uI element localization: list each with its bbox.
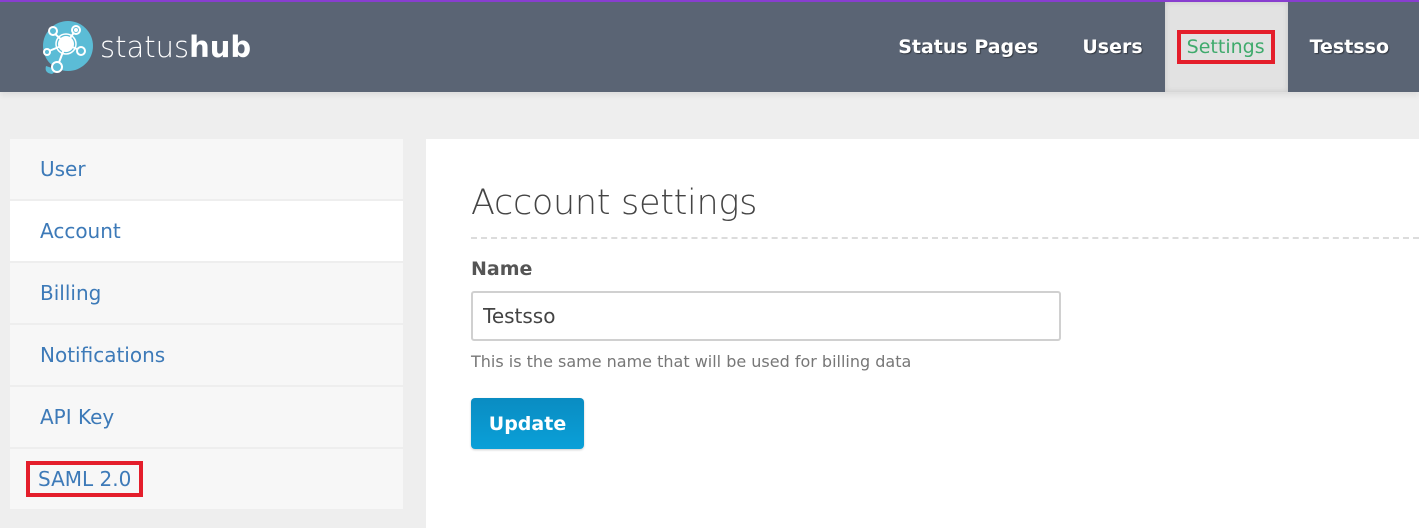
sidebar-item-api-key[interactable]: API Key bbox=[10, 387, 403, 447]
sidebar-item-billing[interactable]: Billing bbox=[10, 263, 403, 323]
title-divider bbox=[471, 237, 1419, 239]
sidebar-item-label: User bbox=[40, 157, 86, 181]
brand-name: statushub bbox=[100, 30, 251, 64]
main-nav: Status Pages Users Settings Testsso bbox=[876, 2, 1419, 92]
sidebar-item-user[interactable]: User bbox=[10, 139, 403, 199]
sidebar-item-notifications[interactable]: Notifications bbox=[10, 325, 403, 385]
sidebar-item-label: Billing bbox=[40, 281, 102, 305]
nav-status-pages[interactable]: Status Pages bbox=[876, 2, 1060, 92]
update-button[interactable]: Update bbox=[471, 398, 584, 449]
brand-logo[interactable]: statushub bbox=[38, 18, 251, 76]
nav-account-testsso[interactable]: Testsso bbox=[1288, 2, 1419, 92]
nav-settings[interactable]: Settings bbox=[1164, 2, 1288, 92]
nav-users-label: Users bbox=[1082, 36, 1143, 58]
name-field-label: Name bbox=[471, 258, 533, 280]
sidebar-item-saml[interactable]: SAML 2.0 bbox=[10, 449, 403, 509]
nav-status-pages-label: Status Pages bbox=[898, 36, 1039, 58]
network-nodes-icon bbox=[43, 21, 93, 74]
sidebar-item-label: Account bbox=[40, 219, 121, 243]
top-navbar: statushub Status Pages Users Settings Te… bbox=[0, 2, 1419, 92]
settings-sidebar: User Account Billing Notifications API K… bbox=[10, 139, 403, 511]
name-help-text: This is the same name that will be used … bbox=[471, 352, 912, 371]
sidebar-item-label: Notifications bbox=[40, 343, 166, 367]
brand-name-light: status bbox=[100, 30, 190, 64]
name-input[interactable] bbox=[471, 291, 1061, 341]
nav-account-label: Testsso bbox=[1309, 36, 1389, 58]
page-title: Account settings bbox=[471, 183, 758, 223]
brand-name-bold: hub bbox=[189, 30, 252, 64]
sidebar-item-account[interactable]: Account bbox=[10, 201, 403, 261]
sidebar-item-label: API Key bbox=[40, 405, 115, 429]
account-settings-panel: Account settings Name This is the same n… bbox=[426, 139, 1419, 528]
nav-settings-label: Settings bbox=[1176, 30, 1275, 64]
sidebar-item-label: SAML 2.0 bbox=[25, 461, 144, 497]
nav-users[interactable]: Users bbox=[1060, 2, 1164, 92]
